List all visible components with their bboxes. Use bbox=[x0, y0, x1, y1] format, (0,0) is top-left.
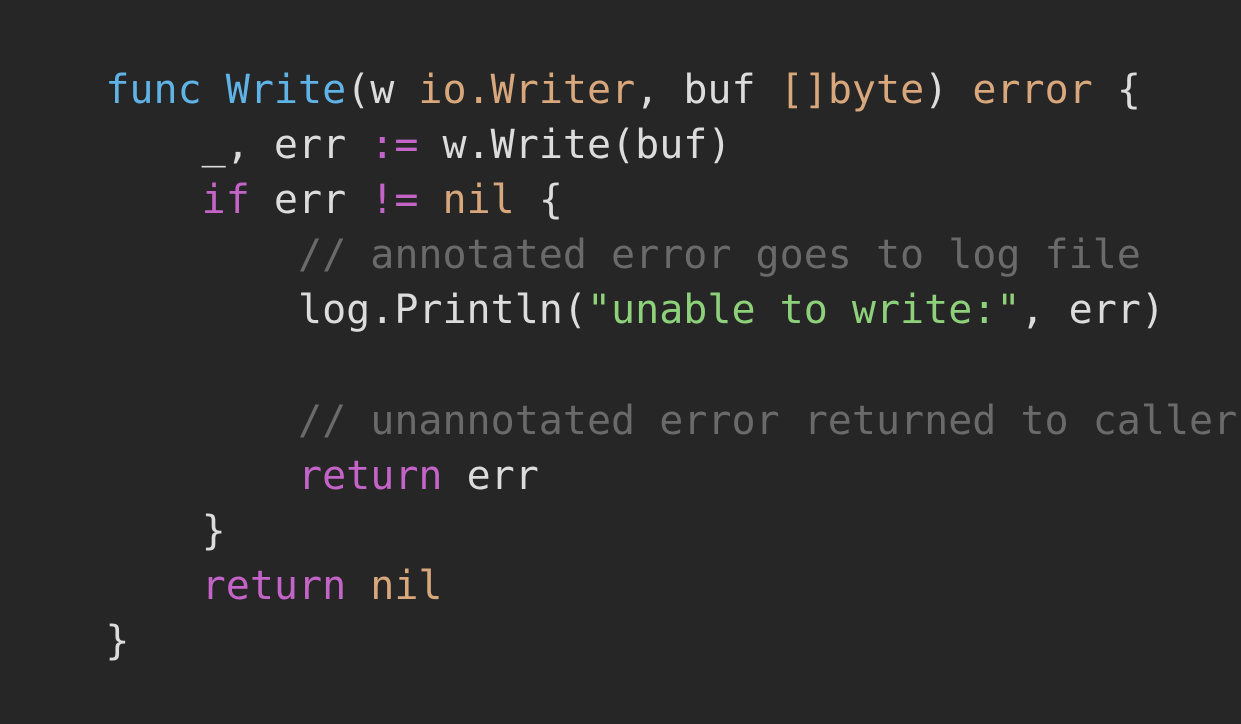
code-line-1: func Write(w io.Writer, buf []byte) erro… bbox=[9, 8, 1141, 113]
code-line-9: } bbox=[9, 449, 226, 554]
keyword-return: return bbox=[297, 453, 443, 499]
code-editor[interactable]: func Write(w io.Writer, buf []byte) erro… bbox=[0, 0, 1241, 664]
code-line-8: return err bbox=[9, 394, 539, 499]
type-byte-slice: []byte bbox=[779, 67, 925, 113]
println-args-end: , err) bbox=[1020, 287, 1165, 333]
code-line-2: _, err := w.Write(buf) bbox=[9, 63, 732, 168]
string-literal: "unable to write:" bbox=[586, 287, 1021, 333]
brace-close: } bbox=[105, 618, 130, 664]
keyword-return: return bbox=[201, 563, 347, 609]
code-line-4: // annotated error goes to log file bbox=[9, 173, 1141, 278]
literal-nil: nil bbox=[370, 563, 443, 609]
paren-close: ) bbox=[924, 67, 973, 113]
return-err: err bbox=[442, 453, 539, 499]
code-line-10: return nil bbox=[9, 504, 443, 609]
log-println-call: log.Println( bbox=[105, 287, 587, 333]
code-line-3: if err != nil { bbox=[9, 118, 563, 223]
code-line-11: } bbox=[9, 559, 129, 664]
code-line-5: log.Println("unable to write:", err) bbox=[9, 228, 1165, 333]
type-error: error bbox=[972, 67, 1093, 113]
brace-open: { bbox=[1092, 67, 1141, 113]
code-line-7: // unannotated error returned to caller bbox=[9, 339, 1237, 444]
